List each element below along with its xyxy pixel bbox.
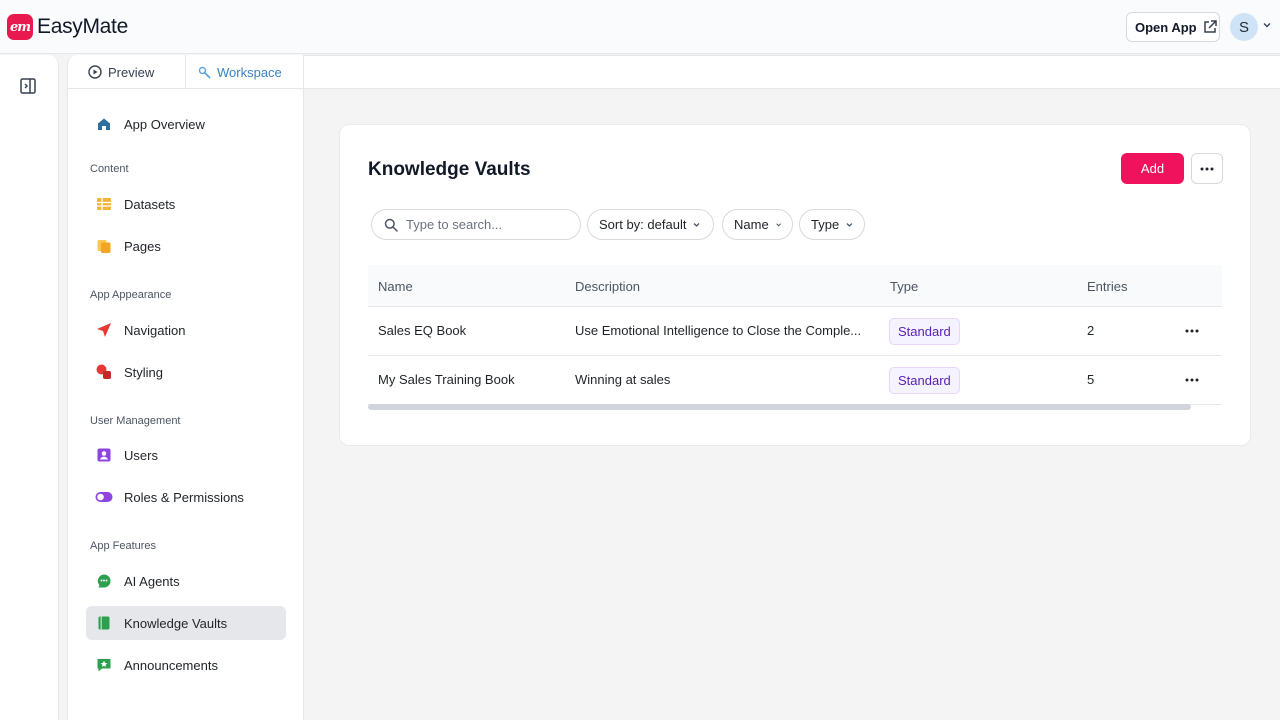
sidebar-item-roles-permissions[interactable]: Roles & Permissions: [86, 480, 286, 514]
column-header-type[interactable]: Type: [890, 279, 918, 294]
sidebar-item-ai-agents[interactable]: AI Agents: [86, 564, 286, 598]
sidebar-item-navigation[interactable]: Navigation: [86, 313, 286, 347]
panel-toggle-icon[interactable]: [19, 77, 39, 95]
sidebar-item-label: Knowledge Vaults: [124, 615, 228, 631]
table-row[interactable]: My Sales Training Book Winning at sales …: [368, 356, 1222, 405]
chevron-down-icon: [775, 223, 781, 227]
tab-preview[interactable]: Preview: [68, 55, 186, 89]
play-circle-icon: [88, 65, 102, 79]
wrench-icon: [198, 66, 211, 78]
table-row[interactable]: Sales EQ Book Use Emotional Intelligence…: [368, 307, 1222, 356]
row-actions-button[interactable]: [1182, 323, 1202, 339]
knowledge-vaults-card: Knowledge Vaults Add Sort by: default Na…: [339, 124, 1251, 446]
sidebar-item-label: Roles & Permissions: [124, 489, 244, 505]
column-header-name[interactable]: Name: [378, 279, 413, 294]
more-horizontal-icon: [1185, 329, 1199, 333]
horizontal-scrollbar[interactable]: [368, 404, 1191, 410]
table-header: Name Description Type Entries: [368, 265, 1222, 307]
cell-name: Sales EQ Book: [378, 323, 467, 338]
section-label-app-features: App Features: [90, 540, 157, 552]
sidebar-item-pages[interactable]: Pages: [86, 229, 286, 263]
left-rail: [0, 55, 59, 720]
type-filter-label: Type: [811, 217, 840, 232]
sidebar-item-datasets[interactable]: Datasets: [86, 187, 286, 221]
name-filter-label: Name: [734, 217, 769, 232]
cell-name: My Sales Training Book: [378, 372, 515, 387]
sort-dropdown-label: Sort by: default: [599, 217, 687, 232]
column-header-description[interactable]: Description: [575, 279, 640, 294]
column-header-entries[interactable]: Entries: [1087, 279, 1127, 294]
tab-preview-label: Preview: [108, 64, 155, 80]
sidebar-item-app-overview[interactable]: App Overview: [86, 107, 286, 141]
more-horizontal-icon: [1185, 378, 1199, 382]
cell-description: Winning at sales: [575, 372, 671, 387]
sidebar-item-users[interactable]: Users: [86, 438, 286, 472]
open-app-label: Open App: [1135, 19, 1197, 35]
book-icon: [95, 614, 113, 632]
home-icon: [95, 115, 113, 133]
section-label-app-appearance: App Appearance: [90, 289, 172, 301]
chevron-down-icon[interactable]: [1262, 20, 1272, 30]
sidebar-item-label: Announcements: [124, 657, 218, 673]
cell-description: Use Emotional Intelligence to Close the …: [575, 323, 862, 338]
more-horizontal-icon: [1200, 167, 1214, 170]
app-logo-icon[interactable]: em: [7, 14, 33, 40]
section-label-content: Content: [90, 163, 129, 175]
navigation-arrow-icon: [95, 321, 113, 339]
page-title: Knowledge Vaults: [368, 159, 531, 180]
announcement-icon: [95, 656, 113, 674]
sidebar: Preview Workspace App Overview Content D…: [67, 55, 304, 720]
top-bar: em EasyMate Open App S: [0, 0, 1280, 54]
pages-icon: [95, 237, 113, 255]
sidebar-item-announcements[interactable]: Announcements: [86, 648, 286, 682]
more-options-button[interactable]: [1191, 153, 1223, 184]
add-button[interactable]: Add: [1121, 153, 1184, 184]
cell-entries: 5: [1087, 372, 1095, 387]
sidebar-item-styling[interactable]: Styling: [86, 355, 286, 389]
cell-entries: 2: [1087, 323, 1095, 338]
sidebar-item-label: Navigation: [124, 322, 186, 338]
sidebar-tabs: Preview Workspace: [68, 55, 304, 89]
tab-workspace-label: Workspace: [217, 64, 282, 80]
sidebar-item-label: Styling: [124, 364, 164, 380]
sidebar-item-knowledge-vaults[interactable]: Knowledge Vaults: [86, 606, 286, 640]
avatar[interactable]: S: [1230, 13, 1258, 41]
search-icon: [384, 218, 398, 232]
sidebar-item-label: AI Agents: [124, 573, 180, 589]
chevron-down-icon: [846, 223, 853, 227]
external-link-icon: [1203, 20, 1217, 33]
open-app-button[interactable]: Open App: [1126, 12, 1220, 42]
type-filter-dropdown[interactable]: Type: [799, 209, 865, 240]
sidebar-item-label: Datasets: [124, 196, 176, 212]
tab-bar-filler: [304, 55, 1280, 89]
app-name[interactable]: EasyMate: [37, 15, 128, 39]
search-input[interactable]: [406, 217, 566, 232]
sidebar-item-label: Pages: [124, 238, 161, 254]
section-label-user-management: User Management: [90, 415, 181, 427]
search-box: [371, 209, 581, 240]
tab-workspace[interactable]: Workspace: [186, 55, 304, 89]
chevron-down-icon: [693, 223, 700, 227]
sidebar-item-label: Users: [124, 447, 158, 463]
name-filter-dropdown[interactable]: Name: [722, 209, 793, 240]
shapes-icon: [95, 363, 113, 381]
sidebar-item-label: App Overview: [124, 116, 205, 132]
sort-dropdown[interactable]: Sort by: default: [587, 209, 714, 240]
toggle-icon: [95, 488, 113, 506]
type-badge: Standard: [889, 318, 960, 345]
table-icon: [95, 195, 113, 213]
user-icon: [95, 446, 113, 464]
ai-agent-icon: [95, 572, 113, 590]
row-actions-button[interactable]: [1182, 372, 1202, 388]
type-badge: Standard: [889, 367, 960, 394]
